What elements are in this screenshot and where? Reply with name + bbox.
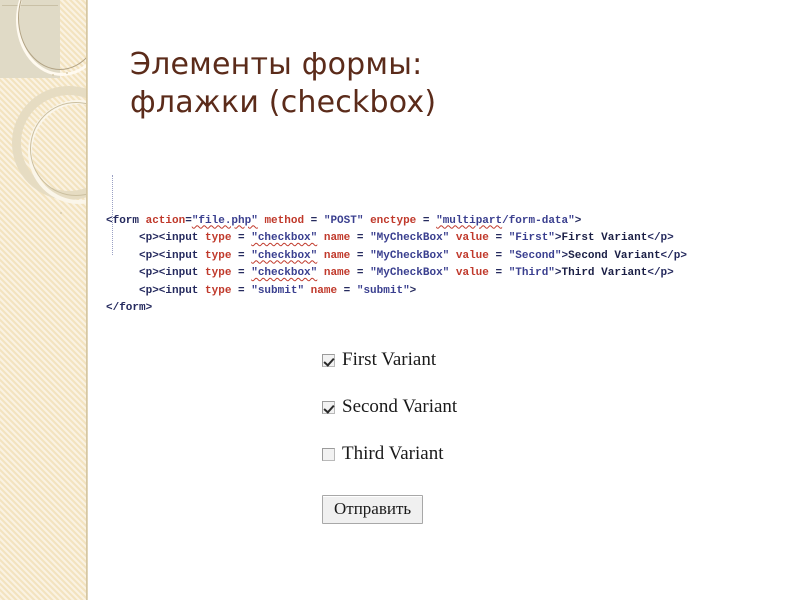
code-token-punct: = — [238, 284, 252, 297]
code-token-punct: = — [343, 284, 357, 297]
code-token-val: "submit" — [251, 284, 305, 297]
checkbox-unchecked-icon[interactable] — [322, 447, 335, 461]
code-token-text: First Variant — [561, 232, 648, 244]
code-token-val: "Third" — [508, 267, 555, 279]
decorative-dot — [52, 74, 54, 76]
code-token-punct: = — [356, 232, 371, 244]
code-token-tag: > — [409, 284, 417, 297]
code-token-attr: type — [205, 267, 239, 279]
code-token-punct: = — [495, 267, 509, 279]
code-token-val: "checkbox" — [251, 249, 318, 262]
code-token-tag: <p><input — [139, 249, 206, 262]
code-token-text: Second Variant — [568, 249, 661, 262]
submit-button[interactable]: Отправить — [322, 495, 424, 524]
code-token-val: "submit" — [356, 284, 410, 297]
code-token-tag: </p> — [647, 232, 674, 244]
code-token-tag: <p><input — [139, 232, 206, 244]
page-title-line-1: Элементы формы: — [130, 47, 423, 83]
code-token-tag: > — [554, 267, 562, 279]
code-token-attr: value — [449, 249, 496, 262]
decorative-side-band — [0, 0, 88, 600]
page-title-line-2: флажки (checkbox) — [130, 85, 437, 121]
code-token-val: "file.php" — [191, 214, 258, 227]
code-token-punct: = — [356, 267, 371, 279]
checkbox-checked-icon[interactable] — [322, 353, 335, 367]
code-token-attr: method — [257, 214, 311, 227]
checkbox-row[interactable]: Second Variant — [322, 397, 582, 417]
checkbox-label: Third Variant — [342, 443, 444, 464]
code-token-val: /form-data" — [502, 214, 575, 227]
code-token-val: "First" — [508, 232, 555, 244]
code-token-tag: > — [554, 232, 562, 244]
code-token-text: Third Variant — [561, 267, 648, 279]
code-token-attr: type — [205, 284, 239, 297]
checkbox-row[interactable]: First Variant — [322, 350, 582, 370]
code-token-tag: </form> — [106, 302, 153, 314]
code-token-val: "checkbox" — [251, 232, 318, 244]
code-token-attr: name — [304, 284, 344, 297]
code-token-punct: = — [356, 249, 371, 262]
checkbox-row[interactable]: Third Variant — [322, 444, 582, 464]
code-token-attr: action — [145, 214, 186, 227]
slide: Элементы формы: флажки (checkbox) <form … — [0, 0, 800, 600]
code-token-val: "POST" — [323, 214, 364, 227]
code-line: <p><input type = "submit" name = "submit… — [106, 283, 786, 301]
code-token-attr: name — [317, 249, 357, 262]
code-token-punct: = — [310, 214, 324, 227]
code-token-attr: value — [449, 232, 496, 244]
code-token-punct: = — [238, 267, 252, 279]
code-line: </form> — [106, 300, 786, 318]
code-line: <form action="file.php" method = "POST" … — [106, 213, 786, 231]
code-token-punct: = — [495, 232, 509, 244]
code-token-val: "MyCheckBox" — [370, 232, 450, 244]
code-token-attr: name — [317, 267, 357, 279]
page-title: Элементы формы: флажки (checkbox) — [130, 46, 750, 122]
code-token-tag: </p> — [660, 249, 687, 262]
code-token-val: "MyCheckBox" — [370, 249, 450, 262]
code-token-tag: > — [574, 214, 582, 227]
indent-guide-line — [112, 175, 113, 255]
checkbox-checked-icon[interactable] — [322, 400, 335, 414]
code-token-val: "Second" — [508, 249, 562, 262]
side-band-edge — [86, 0, 88, 600]
code-token-attr: type — [205, 232, 239, 244]
code-token-val: "MyCheckBox" — [370, 267, 450, 279]
code-token-attr: enctype — [363, 214, 423, 227]
code-token-punct: = — [495, 249, 509, 262]
decorative-dot — [60, 212, 62, 214]
code-token-val: "multipart — [436, 214, 503, 227]
code-token-attr: type — [205, 249, 239, 262]
code-token-punct: = — [185, 214, 192, 227]
decorative-dot — [66, 72, 68, 74]
checkbox-label: First Variant — [342, 349, 437, 370]
code-token-attr: value — [449, 267, 496, 279]
code-token-punct: = — [238, 232, 252, 244]
code-token-attr: name — [317, 232, 357, 244]
checkbox-label: Second Variant — [342, 396, 458, 417]
code-line: <p><input type = "checkbox" name = "MyCh… — [106, 230, 786, 248]
code-listing: <form action="file.php" method = "POST" … — [106, 160, 786, 318]
code-token-val: "checkbox" — [251, 267, 318, 279]
code-token-tag: <p><input — [139, 267, 206, 279]
code-line: <p><input type = "checkbox" name = "MyCh… — [106, 248, 786, 266]
code-token-tag: </p> — [647, 267, 674, 279]
code-token-punct: = — [422, 214, 437, 227]
code-token-tag: <p><input — [139, 284, 206, 297]
rendered-form-demo: First Variant Second Variant Third Variant… — [322, 350, 582, 524]
code-line: <p><input type = "checkbox" name = "MyCh… — [106, 265, 786, 283]
checkbox-group: First Variant Second Variant Third Variant — [322, 350, 582, 464]
code-token-punct: = — [238, 249, 252, 262]
